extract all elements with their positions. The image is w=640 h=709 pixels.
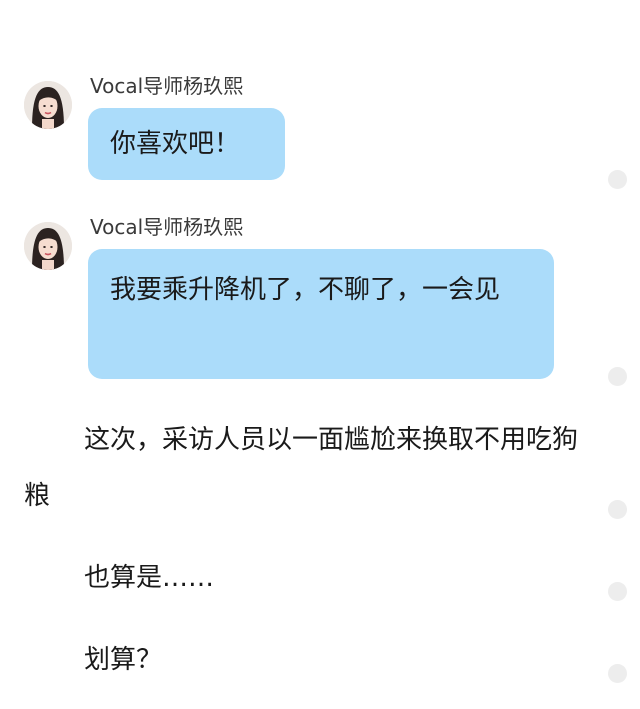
paragraph-comment-dot[interactable]: [608, 500, 627, 519]
woman-portrait-avatar-icon: [24, 222, 72, 270]
message-bubble[interactable]: 你喜欢吧！: [88, 108, 285, 180]
sender-name: Vocal导师杨玖熙: [90, 74, 244, 98]
sender-avatar[interactable]: [24, 222, 72, 270]
sender-avatar[interactable]: [24, 81, 72, 129]
article-paragraph: 划算？: [84, 645, 163, 675]
woman-portrait-avatar-icon: [24, 81, 72, 129]
paragraph-comment-dot[interactable]: [608, 170, 627, 189]
article-paragraph: 这次，采访人员以一面尴尬来换取不用吃狗粮: [24, 425, 579, 511]
message-bubble[interactable]: 我要乘升降机了，不聊了，一会见: [88, 249, 554, 379]
paragraph-comment-dot[interactable]: [608, 664, 627, 683]
sender-name: Vocal导师杨玖熙: [90, 215, 244, 239]
article-paragraph: 也算是……: [84, 563, 215, 593]
paragraph-comment-dot[interactable]: [608, 582, 627, 601]
paragraph-comment-dot[interactable]: [608, 367, 627, 386]
